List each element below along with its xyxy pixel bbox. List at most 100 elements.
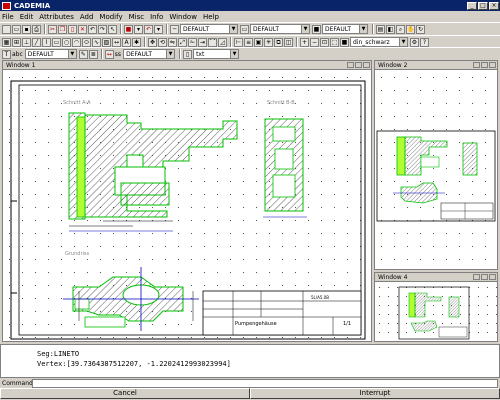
- layer-icon[interactable]: ◫: [284, 37, 293, 47]
- minimize-icon[interactable]: [473, 62, 480, 68]
- undo-red-icon[interactable]: ↶: [144, 24, 153, 34]
- block-icon[interactable]: ▣: [254, 37, 263, 47]
- maximize-button[interactable]: □: [478, 1, 488, 10]
- rectangle-icon[interactable]: ▭: [52, 37, 61, 47]
- save-icon[interactable]: ▪: [22, 24, 31, 34]
- mirror-icon[interactable]: ⇋: [168, 37, 177, 47]
- group-icon[interactable]: ⧉: [274, 37, 283, 47]
- circle-icon[interactable]: ○: [62, 37, 71, 47]
- symbol-icon[interactable]: ✱: [132, 37, 141, 47]
- pan-icon[interactable]: ✋: [406, 24, 415, 34]
- stop-icon[interactable]: ■: [124, 24, 133, 34]
- close-icon[interactable]: [489, 62, 496, 68]
- chevron-down-icon[interactable]: ▼: [301, 25, 309, 33]
- properties-icon[interactable]: ≡: [244, 37, 253, 47]
- dimension-icon[interactable]: ↔: [112, 37, 121, 47]
- file-type-combo[interactable]: txt ▼: [193, 49, 240, 59]
- chevron-down-icon[interactable]: ▼: [67, 50, 76, 58]
- fillet-icon[interactable]: ⌒: [208, 37, 217, 47]
- drawing-window-2[interactable]: Window 2: [374, 60, 498, 270]
- zoom-fit-icon[interactable]: ⊡: [320, 37, 329, 47]
- drawing-canvas[interactable]: Schnitt A-A Schnitt B-B Grundriss Pumpen…: [3, 71, 371, 341]
- hatch-icon[interactable]: ▨: [102, 37, 111, 47]
- chevron-down-icon[interactable]: ▼: [359, 25, 367, 33]
- minimize-button[interactable]: _: [467, 1, 477, 10]
- maximize-icon[interactable]: [481, 62, 488, 68]
- dimension-style-icon[interactable]: ↔: [104, 49, 114, 59]
- maximize-icon[interactable]: [481, 274, 488, 280]
- zoom-out-icon[interactable]: −: [310, 37, 319, 47]
- print-icon[interactable]: ⎙: [32, 24, 41, 34]
- cut-icon[interactable]: ✂: [48, 24, 57, 34]
- zoom-icon[interactable]: ⌕: [396, 24, 405, 34]
- polyline-icon[interactable]: ⌇: [42, 37, 51, 47]
- grid-icon[interactable]: ▦: [2, 37, 11, 47]
- explode-icon[interactable]: ✳: [264, 37, 273, 47]
- pen-width-icon[interactable]: ─: [170, 24, 179, 34]
- extend-icon[interactable]: ⇥: [198, 37, 207, 47]
- close-icon[interactable]: [363, 62, 370, 68]
- arc-icon[interactable]: ◠: [72, 37, 81, 47]
- pen-combo[interactable]: DEFAULT ▼: [322, 24, 368, 34]
- redo-dropdown-icon[interactable]: ▾: [154, 24, 163, 34]
- measure-icon[interactable]: ⊢: [234, 37, 243, 47]
- minimize-icon[interactable]: [347, 62, 354, 68]
- chamfer-icon[interactable]: ◿: [218, 37, 227, 47]
- drawing-window-4[interactable]: Window 4: [374, 272, 498, 342]
- window-2-titlebar[interactable]: Window 2: [375, 61, 497, 70]
- copy-icon[interactable]: ❐: [58, 24, 67, 34]
- close-button[interactable]: ×: [489, 1, 499, 10]
- chevron-down-icon[interactable]: ▼: [166, 50, 175, 58]
- text-props-icon[interactable]: ≣: [88, 49, 98, 59]
- new-file-icon[interactable]: [2, 24, 11, 34]
- text-style-icon[interactable]: T: [2, 49, 11, 59]
- paste-icon[interactable]: ▯: [68, 24, 77, 34]
- snap-icon[interactable]: ⊞: [12, 37, 21, 47]
- help-icon[interactable]: ?: [420, 37, 429, 47]
- drawing-window-1[interactable]: Window 1 Schnitt A-A Schnitt B-B Grundri…: [2, 60, 384, 342]
- zoom-window-icon[interactable]: ⬚: [330, 37, 339, 47]
- window-4-titlebar[interactable]: Window 4: [375, 273, 497, 282]
- line-type-icon[interactable]: ▭: [240, 24, 249, 34]
- text-style-combo[interactable]: DEFAULT ▼: [24, 49, 77, 59]
- zoom-in-icon[interactable]: +: [300, 37, 309, 47]
- toggle-icon[interactable]: ◧: [386, 24, 395, 34]
- rotate-icon[interactable]: ⟲: [158, 37, 167, 47]
- text-edit-icon[interactable]: ✎: [78, 49, 88, 59]
- line-icon[interactable]: ╱: [32, 37, 41, 47]
- interrupt-button[interactable]: Interrupt: [250, 388, 500, 399]
- scale-icon[interactable]: ⤢: [178, 37, 187, 47]
- ortho-icon[interactable]: ⊥: [22, 37, 31, 47]
- color-combo[interactable]: din_schwarz ▼: [350, 37, 408, 47]
- line-style-combo[interactable]: DEFAULT ▼: [180, 24, 238, 34]
- dropdown-arrow-icon[interactable]: ▾: [134, 24, 143, 34]
- drawing-canvas-2[interactable]: [375, 71, 497, 269]
- minimize-icon[interactable]: [473, 274, 480, 280]
- close-icon[interactable]: [489, 274, 496, 280]
- menu-help[interactable]: Help: [203, 13, 219, 21]
- select-icon[interactable]: ↖: [108, 24, 117, 34]
- file-type-icon[interactable]: ▯: [183, 49, 193, 59]
- menu-edit[interactable]: Edit: [20, 13, 34, 21]
- move-icon[interactable]: ✥: [148, 37, 157, 47]
- menu-info[interactable]: Info: [150, 13, 163, 21]
- layer-manager-icon[interactable]: ▤: [376, 24, 385, 34]
- open-file-icon[interactable]: ▭: [12, 24, 21, 34]
- window-1-titlebar[interactable]: Window 1: [3, 61, 371, 70]
- menu-modify[interactable]: Modify: [99, 13, 122, 21]
- layer-combo[interactable]: DEFAULT ▼: [250, 24, 310, 34]
- chevron-down-icon[interactable]: ▼: [399, 38, 407, 46]
- color-icon[interactable]: ■: [340, 37, 349, 47]
- settings-icon[interactable]: ⚙: [410, 37, 419, 47]
- menu-attributes[interactable]: Attributes: [39, 13, 74, 21]
- undo-icon[interactable]: ↶: [88, 24, 97, 34]
- maximize-icon[interactable]: [355, 62, 362, 68]
- ellipse-icon[interactable]: ⬭: [82, 37, 91, 47]
- dim-style-combo[interactable]: DEFAULT ▼: [123, 49, 176, 59]
- menu-window[interactable]: Window: [169, 13, 197, 21]
- command-input[interactable]: [32, 378, 498, 388]
- delete-icon[interactable]: ✕: [78, 24, 87, 34]
- color-swatch-icon[interactable]: ■: [312, 24, 321, 34]
- redo-icon[interactable]: ↷: [98, 24, 107, 34]
- chevron-down-icon[interactable]: ▼: [230, 50, 239, 58]
